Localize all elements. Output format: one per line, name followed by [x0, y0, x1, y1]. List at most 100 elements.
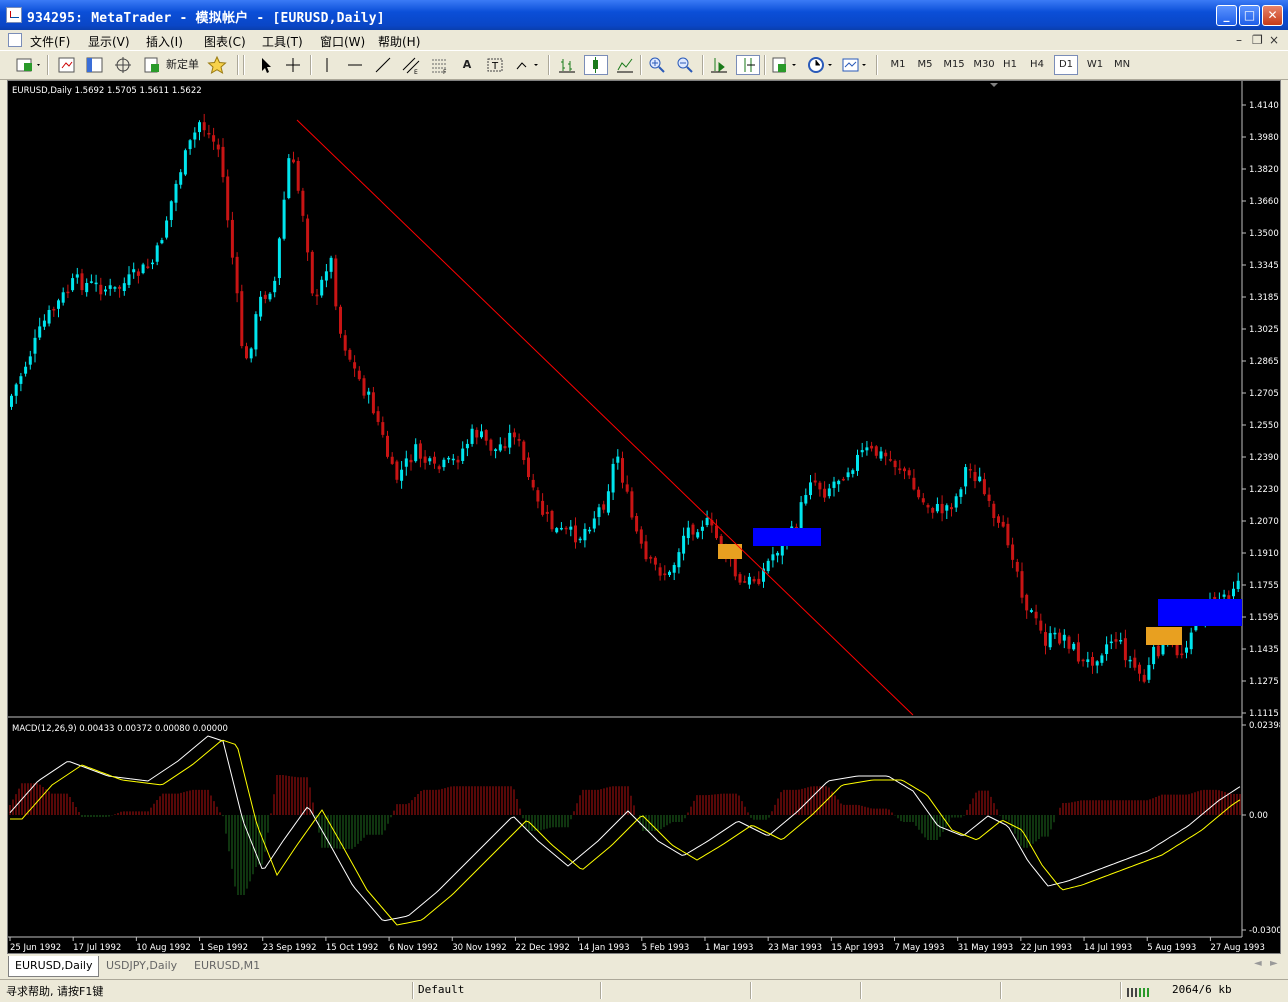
close-button[interactable]: ✕	[1262, 5, 1283, 26]
candle-body	[334, 258, 338, 307]
zoom-in-button[interactable]	[646, 55, 668, 75]
trendline-button[interactable]	[372, 55, 394, 75]
candle-body	[813, 480, 817, 483]
new-order-button[interactable]: 新定单	[142, 55, 204, 75]
candle-body	[583, 528, 587, 541]
candle-body	[489, 439, 493, 451]
cursor-arrow-icon	[262, 58, 271, 73]
candle-body	[766, 560, 770, 572]
auto-scroll-icon	[711, 58, 727, 73]
candle-body	[588, 529, 592, 532]
candle-body	[480, 431, 483, 438]
periods-menu-button[interactable]	[806, 55, 836, 75]
price-tick-label: 1.3185	[1249, 293, 1279, 303]
line-chart-button[interactable]	[614, 55, 636, 75]
tab-eurusd-m1[interactable]: EURUSD,M1	[188, 956, 266, 976]
navigator-button[interactable]	[84, 55, 106, 75]
timeframe-m15-button[interactable]: M15	[940, 55, 968, 75]
chart-window[interactable]: 1.4140 1.3980 1.3820 1.3660 1.3500 1.3345 1.31…	[7, 80, 1287, 954]
timeframe-h4-button[interactable]: H4	[1025, 55, 1049, 75]
menu-tools[interactable]: 工具(T)	[262, 33, 303, 50]
mdi-minimize-button[interactable]: –	[1236, 33, 1242, 47]
candle-body	[804, 495, 808, 504]
candle-body	[104, 289, 107, 292]
candle-body	[1001, 521, 1005, 527]
candle-body	[437, 466, 441, 470]
terminal-button[interactable]	[112, 55, 134, 75]
templates-menu-button[interactable]	[840, 55, 870, 75]
maximize-button[interactable]: □	[1239, 5, 1260, 26]
timeframe-w1-button[interactable]: W1	[1083, 55, 1107, 75]
menu-window[interactable]: 窗口(W)	[320, 33, 365, 50]
zoom-in-icon	[649, 57, 665, 73]
timeframe-d1-button[interactable]: D1	[1054, 55, 1078, 75]
crosshair-tool-button[interactable]	[282, 55, 304, 75]
date-tick-label: 15 Oct 1992	[326, 943, 379, 953]
cursor-tool-button[interactable]	[254, 55, 276, 75]
timeframe-m30-button[interactable]: M30	[970, 55, 998, 75]
tab-scroll-right[interactable]: ►	[1270, 958, 1278, 969]
menu-help[interactable]: 帮助(H)	[378, 33, 420, 50]
candle-body	[1180, 653, 1184, 656]
chart-window-icon	[8, 33, 22, 47]
candle-body	[132, 269, 136, 273]
new-order-label: 新定单	[166, 58, 199, 71]
chart-shift-marker[interactable]	[990, 83, 998, 87]
mdi-close-button[interactable]: ×	[1269, 33, 1279, 47]
price-chart[interactable]: 1.4140 1.3980 1.3820 1.3660 1.3500 1.3345 1.31…	[8, 81, 1287, 953]
star-icon	[207, 55, 227, 75]
candle-body	[66, 291, 70, 294]
tab-eurusd-daily[interactable]: EURUSD,Daily	[8, 956, 100, 977]
candle-body	[254, 314, 258, 350]
candle-body	[1232, 588, 1235, 597]
chart-shift-button[interactable]	[736, 55, 760, 75]
menu-view[interactable]: 显示(V)	[88, 33, 130, 50]
equidistant-channel-button[interactable]: E	[400, 55, 422, 76]
candle-body	[879, 451, 883, 459]
menu-charts[interactable]: 图表(C)	[204, 33, 246, 50]
chart-tabs: EURUSD,Daily USDJPY,Daily EURUSD,M1 ◄ ►	[0, 956, 1288, 978]
text-tool-button[interactable]: A	[456, 55, 478, 75]
price-tick-label: 1.4140	[1249, 101, 1279, 111]
date-tick-label: 22 Jun 1993	[1021, 943, 1072, 953]
tab-scroll-left[interactable]: ◄	[1254, 958, 1262, 969]
text-label-button[interactable]: T	[484, 55, 506, 75]
status-profile[interactable]: Default	[418, 983, 464, 996]
menu-insert[interactable]: 插入(I)	[146, 33, 183, 50]
candle-body	[606, 491, 610, 513]
tab-usdjpy-daily[interactable]: USDJPY,Daily	[100, 956, 183, 976]
indicators-menu-button[interactable]	[770, 55, 800, 75]
date-tick-label: 1 Mar 1993	[705, 943, 753, 953]
expert-advisors-button[interactable]	[206, 55, 228, 75]
candle-body	[978, 476, 982, 482]
timeframe-m1-button[interactable]: M1	[886, 55, 910, 75]
minimize-button[interactable]: _	[1216, 5, 1237, 26]
new-chart-button[interactable]	[14, 55, 42, 75]
candlestick-chart-button[interactable]	[584, 55, 608, 75]
arrows-menu-button[interactable]	[512, 55, 542, 75]
fibonacci-button[interactable]: F	[428, 55, 450, 76]
vertical-line-button[interactable]	[316, 55, 338, 75]
blue-zone[interactable]	[1158, 599, 1242, 626]
zoom-out-button[interactable]	[674, 55, 696, 75]
candle-body	[1142, 674, 1146, 682]
menu-bar: 文件(F) 显示(V) 插入(I) 图表(C) 工具(T) 窗口(W) 帮助(H…	[0, 30, 1288, 50]
candle-body	[616, 456, 620, 463]
candle-body	[578, 538, 582, 541]
candle-body	[381, 422, 385, 435]
macd-tick-label: 0.00	[1249, 811, 1268, 821]
timeframe-m5-button[interactable]: M5	[913, 55, 937, 75]
horizontal-line-button[interactable]	[344, 55, 366, 75]
market-watch-button[interactable]	[56, 55, 78, 75]
menu-file[interactable]: 文件(F)	[30, 33, 70, 50]
timeframe-h1-button[interactable]: H1	[998, 55, 1022, 75]
candle-body	[555, 528, 559, 533]
orange-zone[interactable]	[1146, 627, 1182, 645]
trendline[interactable]	[296, 119, 914, 716]
timeframe-mn-button[interactable]: MN	[1110, 55, 1134, 75]
blue-zone[interactable]	[753, 528, 821, 546]
mdi-restore-button[interactable]: ❐	[1252, 33, 1263, 47]
candle-body	[592, 518, 596, 529]
auto-scroll-button[interactable]	[708, 55, 730, 75]
bar-chart-button[interactable]	[556, 55, 578, 75]
